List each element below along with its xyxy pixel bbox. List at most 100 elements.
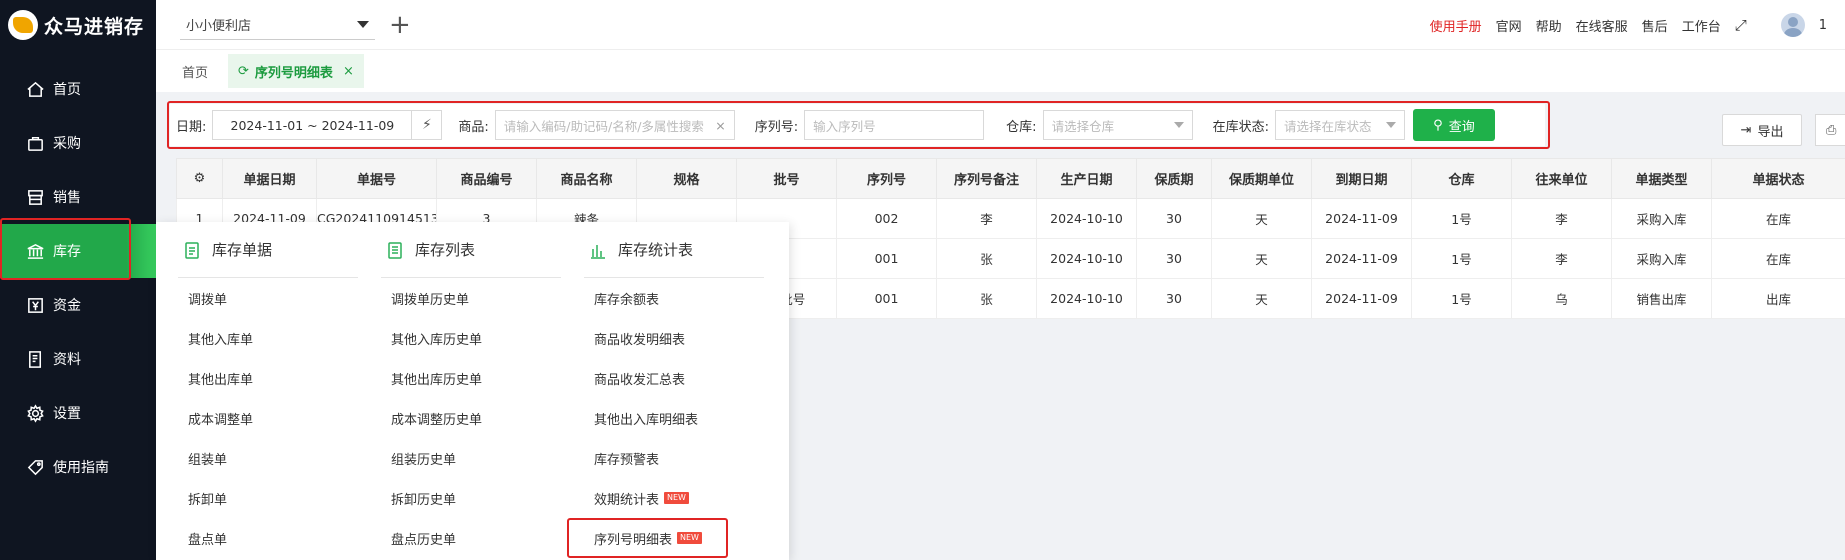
menu-item[interactable]: 组装单 (178, 438, 358, 478)
column-header[interactable]: 批号 (736, 158, 837, 199)
sidebar-item-purchase[interactable]: 采购 (0, 116, 156, 170)
menu-item[interactable]: 其他出库历史单 (381, 358, 561, 398)
official-site-link[interactable]: 官网 (1496, 16, 1522, 35)
column-header[interactable]: 到期日期 (1311, 158, 1412, 199)
sidebar-item-home[interactable]: 首页 (0, 62, 156, 116)
menu-item[interactable]: 成本调整单 (178, 398, 358, 438)
product-placeholder: 请输入编码/助记码/名称/多属性搜索 (503, 118, 704, 134)
menu-column-lists: 库存列表 调拨单历史单 其他入库历史单 其他出库历史单 成本调整历史单 组装历史… (381, 222, 561, 558)
chevron-down-icon (1173, 122, 1184, 128)
user-name[interactable]: 1 (1819, 18, 1827, 33)
sidebar-item-data[interactable]: 资料 (0, 332, 156, 386)
chevron-down-icon (357, 20, 369, 28)
column-header[interactable]: 商品名称 (536, 158, 637, 199)
menu-item[interactable]: 拆卸单 (178, 478, 358, 518)
date-range-input[interactable]: 2024-11-01 ~ 2024-11-09 (212, 110, 413, 140)
column-header[interactable]: 单据类型 (1611, 158, 1712, 199)
tab-bar: 首页 ⟳ 序列号明细表 × (156, 50, 1845, 92)
sidebar-item-sales[interactable]: 销售 (0, 170, 156, 224)
table-cell: 出库 (1711, 278, 1845, 319)
help-link[interactable]: 帮助 (1536, 16, 1562, 35)
tab-home[interactable]: 首页 (172, 54, 218, 88)
search-button[interactable]: ⚲ 查询 (1412, 109, 1495, 141)
refresh-icon[interactable]: ⟳ (238, 64, 249, 79)
column-header[interactable]: 序列号备注 (936, 158, 1037, 199)
app-logo[interactable]: 众马进销存 (0, 0, 156, 50)
stock-status-placeholder: 请选择在库状态 (1283, 118, 1372, 134)
add-icon[interactable]: + (389, 12, 411, 38)
column-header[interactable]: 保质期单位 (1211, 158, 1312, 199)
column-header[interactable]: 规格 (636, 158, 737, 199)
table-cell: 张 (936, 278, 1037, 319)
menu-item[interactable]: 拆卸历史单 (381, 478, 561, 518)
export-button[interactable]: ⇥ 导出 (1722, 114, 1802, 146)
serial-input[interactable]: 输入序列号 (804, 110, 985, 140)
store-select[interactable]: 小小便利店 (180, 10, 375, 40)
menu-item[interactable]: 调拨单 (178, 278, 358, 318)
menu-item[interactable]: 盘点单 (178, 518, 358, 558)
clear-icon[interactable]: × (715, 118, 725, 133)
print-icon: ⎙ (1826, 122, 1837, 138)
lightning-icon[interactable]: ⚡ (412, 110, 443, 140)
menu-column-title: 库存统计表 (584, 222, 764, 278)
stock-status-label: 在库状态: (1212, 119, 1269, 135)
sidebar-item-guide[interactable]: 使用指南 (0, 440, 156, 494)
fullscreen-icon[interactable]: ⤢ (1735, 16, 1747, 34)
menu-item[interactable]: 库存余额表 (584, 278, 764, 318)
menu-item[interactable]: 其他入库历史单 (381, 318, 561, 358)
column-header[interactable]: 序列号 (836, 158, 937, 199)
menu-column-documents: 库存单据 调拨单 其他入库单 其他出库单 成本调整单 组装单 拆卸单 盘点单 (178, 222, 358, 558)
column-header[interactable]: 单据号 (316, 158, 437, 199)
menu-item-serial-detail[interactable]: 序列号明细表 NEW (584, 518, 764, 558)
online-service-link[interactable]: 在线客服 (1576, 16, 1628, 35)
column-header[interactable]: 生产日期 (1036, 158, 1137, 199)
bag-icon (25, 133, 45, 153)
product-label: 商品: (458, 119, 489, 135)
sidebar-item-inventory[interactable]: 库存 (0, 224, 156, 278)
menu-item[interactable]: 其他出入库明细表 (584, 398, 764, 438)
table-cell: 1号 (1411, 238, 1512, 279)
product-input[interactable]: 请输入编码/助记码/名称/多属性搜索 × (494, 110, 735, 140)
avatar[interactable] (1780, 13, 1805, 37)
tab-serial-detail[interactable]: ⟳ 序列号明细表 × (228, 54, 364, 88)
column-settings-icon[interactable]: ⚙ (176, 158, 223, 199)
close-icon[interactable]: × (343, 64, 354, 79)
after-sales-link[interactable]: 售后 (1642, 16, 1668, 35)
date-label: 日期: (176, 119, 207, 135)
manual-link[interactable]: 使用手册 (1430, 16, 1482, 35)
menu-item-expiry-stats[interactable]: 效期统计表 NEW (584, 478, 764, 518)
menu-item[interactable]: 其他入库单 (178, 318, 358, 358)
print-button[interactable]: ⎙ (1815, 114, 1845, 146)
menu-item[interactable]: 成本调整历史单 (381, 398, 561, 438)
table-cell: 2024-11-09 (1311, 238, 1412, 279)
menu-item[interactable]: 商品收发明细表 (584, 318, 764, 358)
sidebar-item-label: 库存 (53, 244, 81, 260)
column-header[interactable]: 保质期 (1136, 158, 1212, 199)
table-cell: 001 (836, 238, 937, 279)
menu-item[interactable]: 商品收发汇总表 (584, 358, 764, 398)
sidebar-item-settings[interactable]: 设置 (0, 386, 156, 440)
warehouse-select[interactable]: 请选择仓库 (1042, 110, 1193, 140)
table-cell: 天 (1211, 238, 1312, 279)
column-header[interactable]: 仓库 (1411, 158, 1512, 199)
tag-icon (25, 457, 45, 477)
workbench-link[interactable]: 工作台 (1682, 16, 1721, 35)
column-header[interactable]: 单据状态 (1711, 158, 1845, 199)
column-header[interactable]: 单据日期 (222, 158, 317, 199)
stock-status-select[interactable]: 请选择在库状态 (1274, 110, 1405, 140)
tab-label: 首页 (182, 65, 209, 81)
column-header[interactable]: 往来单位 (1511, 158, 1612, 199)
menu-item[interactable]: 组装历史单 (381, 438, 561, 478)
menu-item[interactable]: 库存预警表 (584, 438, 764, 478)
menu-item-label: 序列号明细表 (594, 532, 673, 548)
menu-item[interactable]: 其他出库单 (178, 358, 358, 398)
menu-item[interactable]: 调拨单历史单 (381, 278, 561, 318)
table-cell: 1号 (1411, 278, 1512, 319)
yen-icon (25, 295, 45, 315)
menu-item[interactable]: 盘点历史单 (381, 518, 561, 558)
search-icon: ⚲ (1433, 117, 1443, 133)
column-header[interactable]: 商品编号 (436, 158, 537, 199)
warehouse-placeholder: 请选择仓库 (1051, 118, 1115, 134)
sidebar-item-funds[interactable]: 资金 (0, 278, 156, 332)
table-cell: 销售出库 (1611, 278, 1712, 319)
